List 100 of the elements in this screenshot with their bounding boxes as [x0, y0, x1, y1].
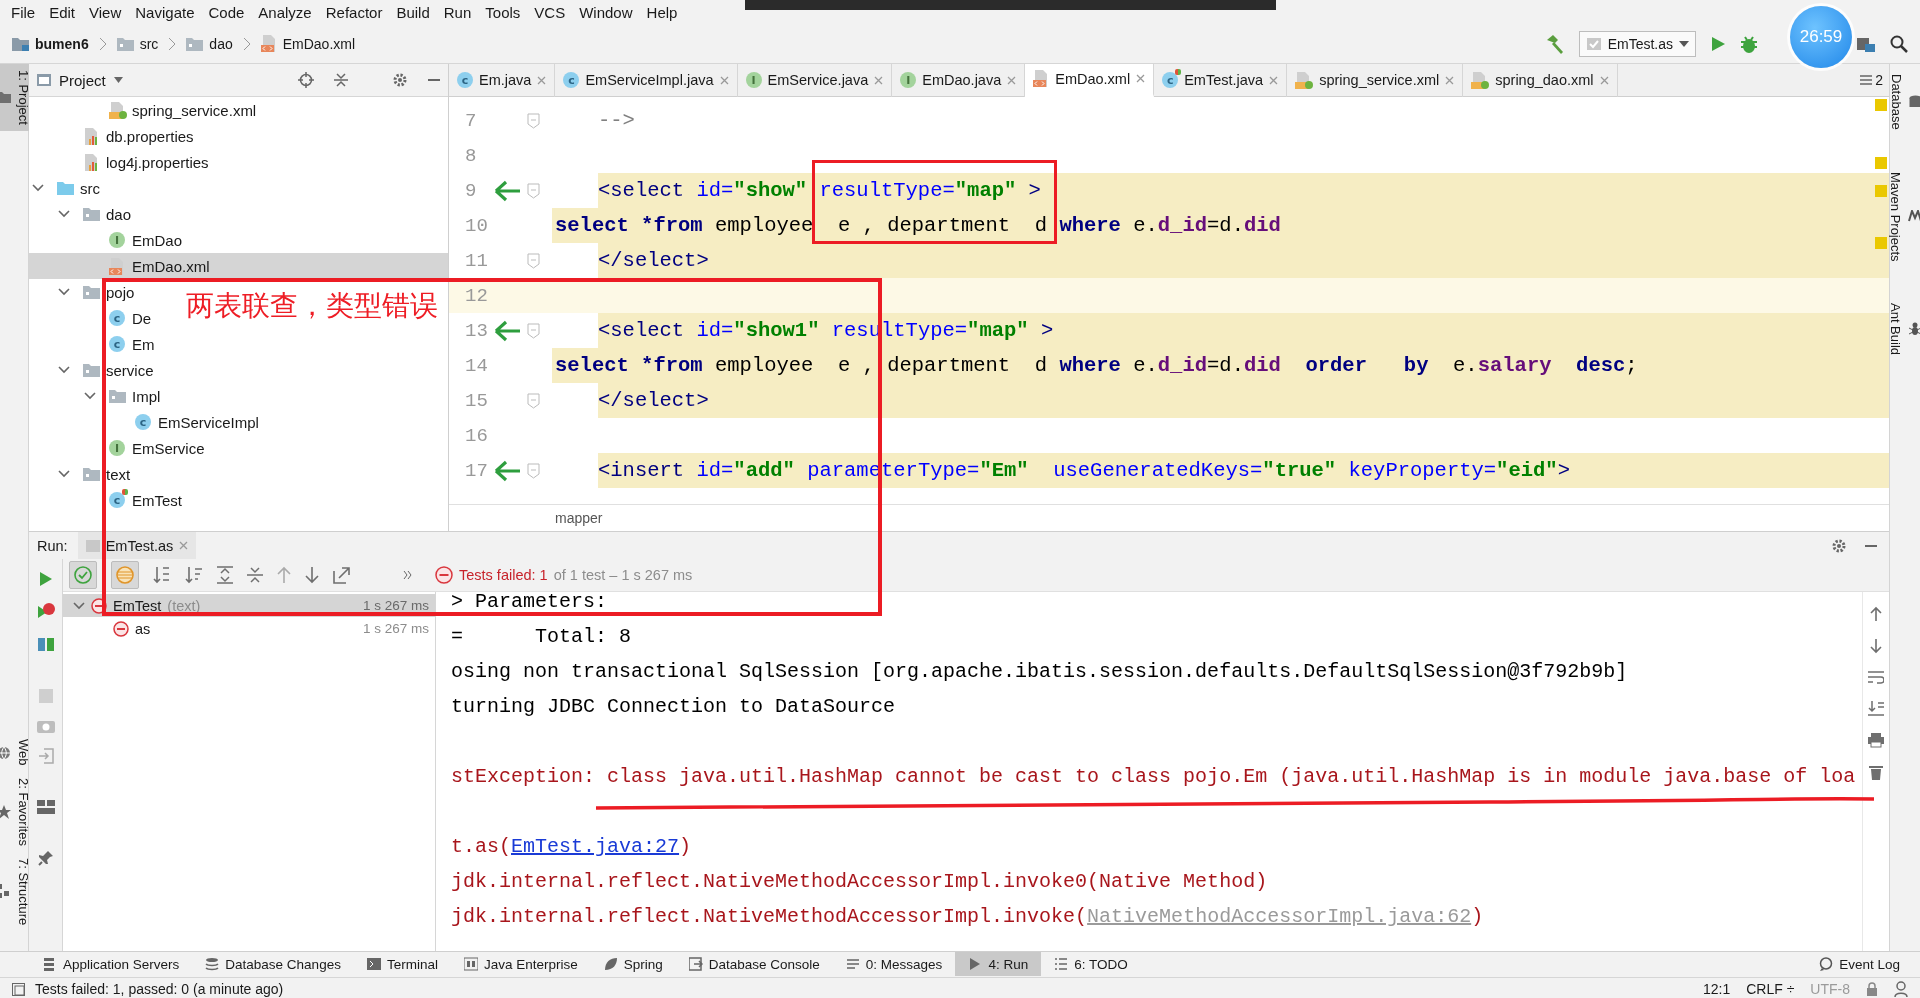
- export-icon[interactable]: [333, 566, 351, 584]
- scroll-to-end-icon[interactable]: [1868, 700, 1884, 716]
- menu-item[interactable]: View: [82, 4, 129, 21]
- event-log-button[interactable]: Event Log: [1806, 952, 1920, 976]
- tree-row[interactable]: log4j.properties: [29, 149, 213, 175]
- tool-window-button[interactable]: Spring: [590, 952, 676, 976]
- tool-window-tab[interactable]: Web: [0, 733, 33, 772]
- rerun-failed-icon[interactable]: [36, 602, 55, 620]
- menu-item[interactable]: Help: [639, 4, 685, 21]
- arrow-icon[interactable]: [495, 459, 521, 482]
- menu-item[interactable]: Refactor: [318, 4, 390, 21]
- menu-item[interactable]: Run: [436, 4, 479, 21]
- editor-tab[interactable]: c EmTest.java: [1154, 64, 1288, 97]
- tool-window-button[interactable]: 0: Messages: [832, 952, 956, 976]
- up-arrow-icon[interactable]: [1869, 606, 1883, 622]
- tree-row[interactable]: spring_service.xml: [29, 97, 261, 123]
- tree-row[interactable]: src: [29, 175, 104, 201]
- editor-tab[interactable]: I EmService.java: [737, 64, 893, 97]
- bug-icon[interactable]: [1740, 34, 1758, 53]
- menu-item[interactable]: Code: [201, 4, 252, 21]
- menu-item[interactable]: Tools: [478, 4, 528, 21]
- tree-row[interactable]: EmDao.xml: [29, 253, 448, 279]
- run-icon[interactable]: [1710, 35, 1726, 52]
- close-icon[interactable]: [874, 75, 884, 85]
- menu-item[interactable]: Analyze: [251, 4, 319, 21]
- menu-item[interactable]: Edit: [42, 4, 83, 21]
- breadcrumb-item[interactable]: dao: [209, 35, 233, 52]
- soft-wrap-icon[interactable]: [1868, 670, 1884, 684]
- tool-window-button[interactable]: 6: TODO: [1041, 952, 1141, 976]
- tree-row[interactable]: c Em: [29, 331, 159, 357]
- more-icon[interactable]: [403, 570, 413, 580]
- camera-icon[interactable]: [36, 718, 55, 733]
- tool-window-tab[interactable]: 2: Favorites: [0, 771, 33, 852]
- editor-tab[interactable]: EmDao.xml: [1025, 64, 1155, 97]
- tool-window-tab[interactable]: Database: [1886, 68, 1920, 136]
- close-icon[interactable]: [1136, 74, 1146, 83]
- editor-tab[interactable]: spring_dao.xml: [1463, 64, 1618, 97]
- tree-row[interactable]: c EmTest: [29, 487, 186, 513]
- caret-icon[interactable]: [113, 77, 123, 83]
- menu-item[interactable]: Navigate: [128, 4, 202, 21]
- editor-tab[interactable]: c EmServiceImpl.java: [555, 64, 738, 97]
- tree-row[interactable]: service: [29, 357, 158, 383]
- collapse-all-icon[interactable]: [247, 566, 263, 584]
- line-separator[interactable]: CRLF ÷: [1746, 981, 1795, 997]
- search-icon[interactable]: [1890, 34, 1908, 53]
- tool-window-button[interactable]: Java Enterprise: [450, 952, 591, 976]
- exit-icon[interactable]: [37, 748, 54, 764]
- caret-position[interactable]: 12:1: [1702, 981, 1731, 997]
- minimize-icon[interactable]: [428, 78, 440, 82]
- layout-icon[interactable]: [36, 800, 55, 814]
- warning-marker[interactable]: [1875, 237, 1887, 249]
- arrow-icon[interactable]: [495, 179, 521, 202]
- tree-row[interactable]: text: [29, 461, 135, 487]
- editor-tab[interactable]: c Em.java: [449, 64, 556, 97]
- run-configuration-dropdown[interactable]: EmTest.as: [1578, 30, 1696, 57]
- show-passed-icon[interactable]: [73, 565, 93, 585]
- tool-window-tab[interactable]: 7: Structure: [0, 851, 33, 931]
- arrow-icon[interactable]: [495, 319, 521, 342]
- collapse-all-icon[interactable]: [334, 73, 348, 87]
- menu-item[interactable]: File: [4, 4, 43, 21]
- breadcrumb-item[interactable]: bumen6: [35, 35, 89, 52]
- tool-window-tab[interactable]: Maven Projects: [1886, 165, 1920, 268]
- close-icon[interactable]: [537, 75, 547, 85]
- run-tab[interactable]: EmTest.as: [77, 532, 197, 559]
- menu-item[interactable]: Window: [572, 4, 640, 21]
- tab-list-icon[interactable]: [1860, 75, 1873, 85]
- close-icon[interactable]: [1445, 75, 1455, 85]
- breadcrumb-item[interactable]: src: [139, 35, 159, 52]
- tool-window-button[interactable]: Database Console: [675, 952, 833, 976]
- stack-trace-link[interactable]: EmTest.java:27: [511, 835, 680, 858]
- close-icon[interactable]: [1269, 75, 1279, 85]
- breadcrumb-item[interactable]: EmDao.xml: [282, 35, 356, 52]
- tool-window-button[interactable]: Terminal: [353, 952, 451, 976]
- toggle-icon[interactable]: [36, 635, 55, 653]
- down-arrow-icon[interactable]: [305, 566, 319, 584]
- settings-icon[interactable]: [1831, 537, 1847, 554]
- tool-window-tab[interactable]: Ant Build: [1886, 297, 1920, 362]
- print-icon[interactable]: [1868, 732, 1884, 748]
- down-arrow-icon[interactable]: [1869, 638, 1883, 654]
- tree-row[interactable]: I EmService: [29, 435, 209, 461]
- lock-icon[interactable]: [1866, 982, 1878, 996]
- sort-alphabetically-icon[interactable]: [153, 566, 171, 584]
- close-icon[interactable]: [1007, 75, 1017, 85]
- expand-all-icon[interactable]: [217, 566, 233, 584]
- locate-icon[interactable]: [298, 72, 314, 88]
- warning-marker[interactable]: [1875, 157, 1887, 169]
- tree-row[interactable]: Impl: [29, 383, 165, 409]
- settings-icon[interactable]: [392, 72, 408, 88]
- tool-window-button[interactable]: 4: Run: [955, 952, 1042, 976]
- tree-row[interactable]: c De: [29, 305, 156, 331]
- editor-tab[interactable]: spring_service.xml: [1287, 64, 1464, 97]
- warning-marker[interactable]: [1875, 185, 1887, 197]
- menu-item[interactable]: VCS: [527, 4, 573, 21]
- run-icon[interactable]: [38, 571, 53, 587]
- status-toggle-icon[interactable]: [12, 982, 25, 996]
- close-icon[interactable]: [1599, 75, 1609, 85]
- tool-window-button[interactable]: Application Servers: [30, 952, 193, 976]
- up-arrow-icon[interactable]: [277, 566, 291, 584]
- trash-icon[interactable]: [1869, 764, 1883, 780]
- person-icon[interactable]: [1894, 981, 1908, 997]
